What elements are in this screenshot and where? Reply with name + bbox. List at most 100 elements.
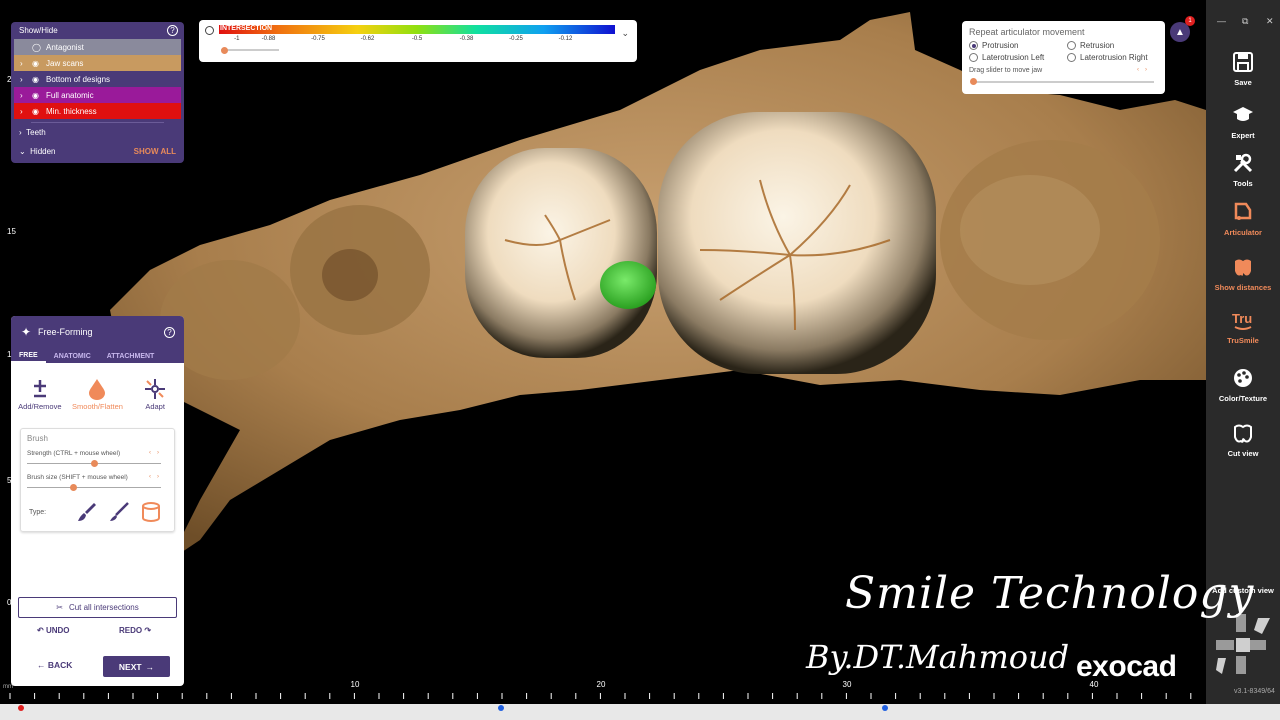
layer-row-antagonist[interactable]: ◯ Antagonist [14, 39, 181, 55]
fine-brush-icon[interactable] [108, 501, 130, 523]
size-slider-handle[interactable] [70, 484, 77, 491]
crown-premolar [465, 148, 657, 358]
cylinder-brush-icon[interactable] [140, 501, 162, 523]
eye-off-icon[interactable]: ◯ [32, 43, 42, 52]
layer-label: Min. thickness [46, 106, 97, 116]
droplet-icon [69, 376, 125, 402]
jaw-slider-track[interactable] [971, 81, 1154, 83]
next-button[interactable]: NEXT → [103, 656, 170, 677]
jaw-slider-handle[interactable] [970, 78, 977, 85]
teeth-group[interactable]: › Teeth [11, 123, 184, 142]
redo-button[interactable]: REDO ↷ [119, 626, 151, 635]
toolbar-label: Articulator [1224, 228, 1262, 237]
chevron-right-icon[interactable]: › [20, 75, 28, 84]
view-cube-icon[interactable] [1214, 612, 1274, 680]
hidden-text: Hidden [30, 147, 56, 156]
help-icon[interactable]: ? [164, 327, 175, 338]
free-forming-header: ✦ Free-Forming ? FREE ANATOMIC ATTACHMEN… [11, 316, 184, 363]
toolbar-label: Expert [1231, 131, 1255, 140]
cut-all-intersections-button[interactable]: ✂ Cut all intersections [18, 597, 177, 618]
toolbar-color-texture[interactable]: Color/Texture [1206, 366, 1280, 403]
version-label: v3.1-8349/64 [1234, 688, 1275, 695]
tick-label: -0.38 [459, 36, 474, 42]
toolbar-label: Color/Texture [1218, 394, 1268, 403]
eye-icon[interactable]: ◉ [32, 91, 42, 100]
bottom-ruler [9, 693, 1192, 699]
undo-label: UNDO [45, 626, 70, 635]
arrow-right-icon: → [145, 661, 155, 672]
show-all-button[interactable]: SHOW ALL [134, 147, 176, 156]
close-icon[interactable]: ✕ [1266, 16, 1274, 27]
toolbar-save[interactable]: Save [1206, 50, 1280, 87]
layer-row-min-thickness[interactable]: › ◉ Min. thickness [14, 103, 181, 119]
ruler-label: 30 [842, 680, 852, 689]
toolbar-expert[interactable]: Expert [1206, 103, 1280, 140]
tool-add-remove[interactable]: Add/Remove [12, 376, 68, 411]
intersection-title: INTERSECTION [220, 25, 273, 32]
ruler-label: 10 [350, 680, 360, 689]
layer-row-jaw-scans[interactable]: › ◉ Jaw scans [14, 55, 181, 71]
minimize-icon[interactable]: — [1217, 16, 1226, 26]
tool-smooth-flatten[interactable]: Smooth/Flatten [69, 376, 125, 411]
eye-icon[interactable]: ◉ [32, 107, 42, 116]
free-forming-panel: ✦ Free-Forming ? FREE ANATOMIC ATTACHMEN… [11, 316, 184, 686]
intersection-slider-handle[interactable] [221, 47, 228, 54]
chevron-right-icon: › [19, 128, 22, 137]
radio-retrusion[interactable]: Retrusion [1067, 41, 1114, 50]
radio-icon[interactable] [969, 53, 978, 62]
radio-selected-icon[interactable] [969, 41, 978, 50]
trusmile-icon: Tru [1232, 311, 1252, 330]
palette-icon [1234, 369, 1252, 387]
adapt-icon [127, 376, 183, 402]
tab-attachment[interactable]: ATTACHMENT [99, 349, 163, 363]
watermark-author: By.DT.Mahmoud [806, 638, 1070, 676]
chevron-right-icon[interactable]: › [20, 107, 28, 116]
toolbar-cut-view[interactable]: Cut view [1206, 421, 1280, 458]
toolbar-show-distances[interactable]: Show distances [1206, 255, 1280, 292]
paint-brush-icon[interactable] [76, 501, 98, 523]
size-step-icon[interactable]: ‹› [149, 474, 165, 480]
ruler-unit: mm [3, 684, 13, 690]
size-slider-track[interactable] [27, 487, 161, 488]
tick-label: -0.12 [558, 36, 573, 42]
tab-anatomic[interactable]: ANATOMIC [46, 349, 99, 363]
status-dot [498, 705, 504, 711]
hidden-group[interactable]: ⌄ Hidden SHOW ALL [11, 142, 184, 161]
radio-icon[interactable] [1067, 41, 1076, 50]
toolbar-trusmile[interactable]: Tru TruSmile [1206, 308, 1280, 345]
radio-laterotrusion-right[interactable]: Laterotrusion Right [1067, 53, 1148, 62]
restore-icon[interactable]: ⧉ [1242, 16, 1248, 27]
strength-step-icon[interactable]: ‹› [149, 450, 165, 456]
cut-label: Cut all intersections [68, 603, 139, 612]
eye-icon[interactable]: ◉ [32, 59, 42, 68]
free-forming-tabs: FREE ANATOMIC ATTACHMENT [11, 349, 162, 363]
scissors-icon: ✂ [56, 603, 63, 612]
watermark-title: Smile Technology [845, 568, 1255, 619]
help-icon[interactable]: ? [167, 25, 178, 36]
tab-free[interactable]: FREE [11, 349, 46, 363]
layer-row-bottom-of-designs[interactable]: › ◉ Bottom of designs [14, 71, 181, 87]
radio-icon[interactable] [1067, 53, 1076, 62]
chevron-down-icon[interactable]: ⌄ [621, 28, 629, 39]
radio-label: Retrusion [1080, 41, 1115, 50]
undo-button[interactable]: ↶ UNDO [37, 626, 70, 635]
radio-laterotrusion-left[interactable]: Laterotrusion Left [969, 53, 1044, 62]
radio-protrusion[interactable]: Protrusion [969, 41, 1018, 50]
step-arrows-icon[interactable]: ‹› [1137, 67, 1153, 73]
back-button[interactable]: ← BACK [37, 660, 72, 670]
tool-adapt[interactable]: Adapt [127, 376, 183, 411]
show-hide-header[interactable]: Show/Hide ? [11, 22, 184, 39]
strength-slider-handle[interactable] [91, 460, 98, 467]
layer-row-full-anatomic[interactable]: › ◉ Full anatomic [14, 87, 181, 103]
brush-title: Brush [27, 434, 48, 443]
intersection-slider-track[interactable] [221, 49, 279, 51]
viewport-3d[interactable]: Show/Hide ? ◯ Antagonist › ◉ Jaw scans ›… [0, 0, 1280, 720]
toolbar-tools[interactable]: Tools [1206, 151, 1280, 188]
show-hide-panel: Show/Hide ? ◯ Antagonist › ◉ Jaw scans ›… [11, 22, 184, 163]
chevron-right-icon[interactable]: › [20, 59, 28, 68]
chevron-right-icon[interactable]: › [20, 91, 28, 100]
hidden-label: ⌄ Hidden [19, 147, 56, 156]
eye-icon[interactable]: ◉ [32, 75, 42, 84]
tick-label: -0.5 [411, 36, 423, 42]
toolbar-articulator[interactable]: Articulator [1206, 200, 1280, 237]
